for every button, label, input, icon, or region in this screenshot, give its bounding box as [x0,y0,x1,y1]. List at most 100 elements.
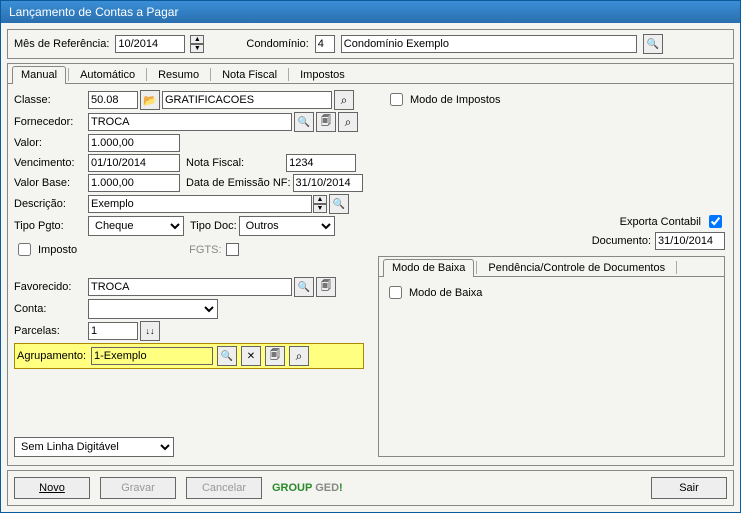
descricao-input[interactable] [88,195,312,213]
spin-down-icon[interactable]: ▼ [313,204,327,213]
spin-up-icon[interactable]: ▲ [190,35,204,44]
binoculars-icon [647,38,659,50]
imposto-label: Imposto [38,244,77,256]
subpanel: Modo de Baixa Pendência/Controle de Docu… [378,256,725,457]
subpanel-body: Modo de Baixa [379,277,724,308]
agrupamento-row: Agrupamento: [14,343,364,369]
cancelar-button[interactable]: Cancelar [186,477,262,499]
fornecedor-search-button[interactable] [338,112,358,132]
fgts-input[interactable] [226,243,239,256]
condominio-label: Condomínio: [246,38,308,50]
favorecido-label: Favorecido: [14,281,84,293]
tab-nota-fiscal[interactable]: Nota Fiscal [213,66,286,83]
bottom-combo-row: Sem Linha Digitável [14,437,174,457]
tab-resumo[interactable]: Resumo [149,66,208,83]
mes-ref-input[interactable] [115,35,185,53]
fornecedor-doc-button[interactable] [316,112,336,132]
favorecido-input[interactable] [88,278,292,296]
fornecedor-input[interactable] [88,113,292,131]
search-icon [296,349,303,364]
classe-folder-button[interactable] [140,90,160,110]
tab-manual[interactable]: Manual [12,66,66,84]
binoculars-icon [333,198,345,210]
fgts-label: FGTS: [189,244,221,256]
parcelas-expand-button[interactable] [140,321,160,341]
agrupamento-find-button[interactable] [217,346,237,366]
nf-label: Nota Fiscal: [186,157,244,169]
nf-input[interactable] [286,154,356,172]
classe-code-input[interactable] [88,91,138,109]
condominio-search-button[interactable] [643,34,663,54]
imposto-checkbox[interactable] [18,243,31,256]
tipo-pgto-select[interactable]: Cheque [88,216,184,236]
favorecido-find-button[interactable] [294,277,314,297]
client-area: Mês de Referência: ▲ ▼ Condomínio: Manua… [1,23,740,512]
agrupamento-clear-button[interactable] [241,346,261,366]
main-tabs: Manual Automático Resumo Nota Fiscal Imp… [7,63,734,466]
descricao-find-button[interactable] [329,194,349,214]
vencimento-input[interactable] [88,154,180,172]
valor-input[interactable] [88,134,180,152]
form-grid: Classe: Fornecedor: Valor: [14,90,364,341]
conta-select[interactable] [88,299,218,319]
folder-icon [143,94,157,107]
tab-automatico[interactable]: Automático [71,66,144,83]
emissao-input[interactable] [293,174,363,192]
modo-baixa-checkbox[interactable] [389,286,402,299]
spin-up-icon[interactable]: ▲ [313,195,327,204]
valor-base-input[interactable] [88,174,180,192]
condominio-code-input[interactable] [315,35,335,53]
modo-impostos-label: Modo de Impostos [410,94,501,106]
exporta-contabil-label: Exporta Contabil [620,216,701,228]
classe-label: Classe: [14,94,84,106]
classe-desc-input[interactable] [162,91,332,109]
documento-label: Documento: [592,235,651,247]
exporta-contabil-row: Exporta Contabil [620,212,725,231]
exporta-contabil-checkbox[interactable] [709,215,722,228]
tab-body: Classe: Fornecedor: Valor: [8,84,733,465]
gravar-button[interactable]: Gravar [100,477,176,499]
condominio-name-input[interactable] [341,35,637,53]
binoculars-icon [298,281,310,293]
fornecedor-find-button[interactable] [294,112,314,132]
agrupamento-input[interactable] [91,347,213,365]
sair-button[interactable]: Sair [651,477,727,499]
conta-label: Conta: [14,303,84,315]
agrupamento-label: Agrupamento: [17,350,87,362]
subpanel-tabstrip: Modo de Baixa Pendência/Controle de Docu… [379,257,724,277]
descricao-spinner[interactable]: ▲▼ [313,195,327,213]
documento-row: Documento: [592,232,725,250]
close-icon [247,350,255,362]
agrupamento-search-button[interactable] [289,346,309,366]
tipo-doc-label: Tipo Doc: [190,220,237,232]
buttonbar: Novo Gravar Cancelar GROUP GED! Sair [7,470,734,506]
document-icon [270,348,280,365]
titlebar: Lançamento de Contas a Pagar [1,1,740,23]
subtab-modo-baixa[interactable]: Modo de Baixa [383,259,474,277]
group-ged-button[interactable]: GROUP GED! [272,482,343,494]
classe-search-button[interactable] [334,90,354,110]
binoculars-icon [221,350,233,362]
modo-baixa-label: Modo de Baixa [409,287,482,299]
descricao-label: Descrição: [14,198,84,210]
favorecido-doc-button[interactable] [316,277,336,297]
novo-button[interactable]: Novo [14,477,90,499]
agrupamento-doc-button[interactable] [265,346,285,366]
valor-base-label: Valor Base: [14,177,84,189]
tipo-doc-select[interactable]: Outros [239,216,335,236]
subtab-pendencia[interactable]: Pendência/Controle de Documentos [479,259,674,276]
tabstrip: Manual Automático Resumo Nota Fiscal Imp… [8,64,733,84]
window-title: Lançamento de Contas a Pagar [9,5,178,19]
modo-impostos-checkbox[interactable] [390,93,403,106]
topbar: Mês de Referência: ▲ ▼ Condomínio: [7,29,734,59]
documento-input[interactable] [655,232,725,250]
linha-digitavel-select[interactable]: Sem Linha Digitável [14,437,174,457]
parcelas-input[interactable] [88,322,138,340]
valor-label: Valor: [14,137,84,149]
tab-impostos[interactable]: Impostos [291,66,354,83]
mes-ref-spinner[interactable]: ▲ ▼ [190,35,204,53]
parcelas-label: Parcelas: [14,325,84,337]
document-icon [321,279,331,296]
spin-down-icon[interactable]: ▼ [190,44,204,53]
binoculars-icon [298,116,310,128]
